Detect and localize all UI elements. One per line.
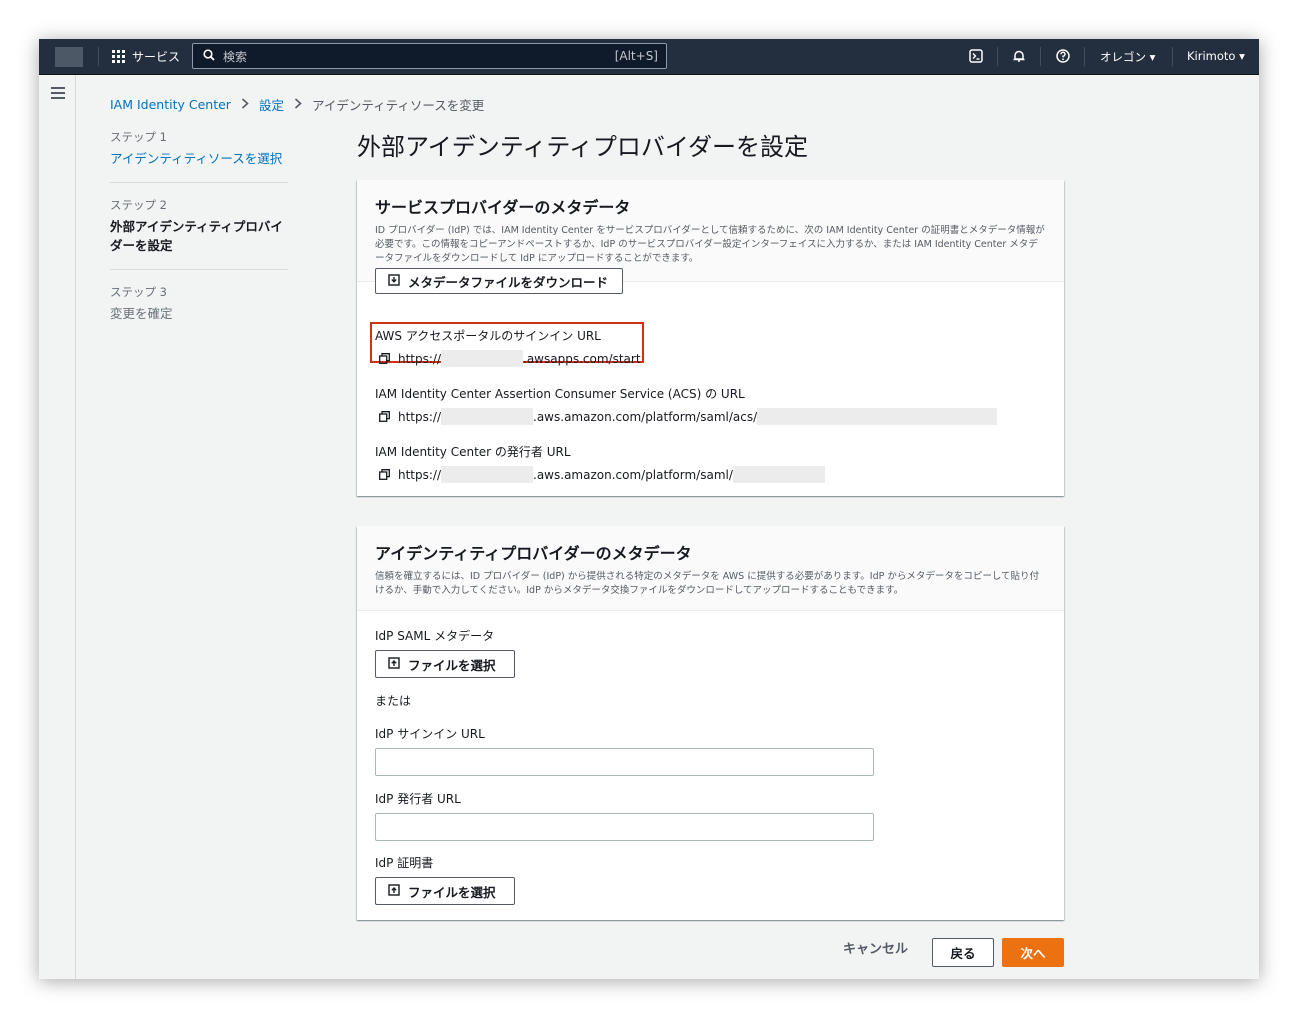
url-suffix: .awsapps.com/start: [523, 351, 641, 366]
identity-provider-metadata-panel: アイデンティティプロバイダーのメタデータ 信頼を確立するには、ID プロバイダー…: [357, 526, 1064, 920]
wizard-step-2: ステップ 2 外部アイデンティティプロバイダーを設定: [110, 197, 288, 270]
issuer-url-field: IAM Identity Center の発行者 URL https:// .a…: [375, 443, 825, 483]
step-number: ステップ 3: [110, 285, 167, 299]
cancel-button[interactable]: キャンセル: [843, 938, 908, 957]
or-separator: または: [375, 692, 411, 715]
field-label: IAM Identity Center の発行者 URL: [375, 445, 571, 459]
help-icon[interactable]: [1055, 48, 1071, 64]
browser-window: サービス 検索 [Alt+S] オレゴン ▾ Kirimoto ▾ IAM Id…: [39, 39, 1259, 979]
grid-icon: [112, 50, 125, 63]
panel-title: アイデンティティプロバイダーのメタデータ: [375, 544, 692, 563]
chevron-right-icon: [294, 97, 302, 113]
nav-divider: [98, 47, 99, 66]
choose-file-label: ファイルを選択: [408, 884, 496, 900]
step-link-select-identity-source[interactable]: アイデンティティソースを選択: [110, 149, 288, 168]
chevron-right-icon: [241, 97, 249, 113]
copy-icon[interactable]: [375, 411, 398, 422]
redacted-text: [441, 408, 534, 425]
hamburger-menu-icon[interactable]: [51, 87, 65, 102]
field-label: IdP 証明書: [375, 856, 434, 870]
redacted-text: [441, 466, 534, 483]
search-shortcut: [Alt+S]: [614, 49, 658, 63]
wizard-step-3: ステップ 3 変更を確定: [110, 284, 288, 337]
nav-divider: [1172, 47, 1173, 66]
page-title: 外部アイデンティティプロバイダーを設定: [357, 133, 808, 161]
acs-url-field: IAM Identity Center Assertion Consumer S…: [375, 385, 998, 425]
top-navigation: サービス 検索 [Alt+S] オレゴン ▾ Kirimoto ▾: [39, 39, 1259, 75]
breadcrumb: IAM Identity Center 設定 アイデンティティソースを変更: [110, 95, 484, 114]
breadcrumb-iam-identity-center[interactable]: IAM Identity Center: [110, 97, 231, 112]
panel-description: 信頼を確立するには、ID プロバイダー (IdP) から提供される特定のメタデー…: [375, 571, 1040, 596]
step-number: ステップ 2: [110, 198, 167, 212]
choose-file-label: ファイルを選択: [408, 657, 496, 673]
back-button-wrap: 戻る: [932, 938, 994, 967]
wizard-step-1: ステップ 1 アイデンティティソースを選択: [110, 129, 288, 183]
download-icon: [388, 273, 400, 289]
redacted-text: [732, 466, 825, 483]
field-label: IdP 発行者 URL: [375, 792, 461, 806]
step-title-current: 外部アイデンティティプロバイダーを設定: [110, 219, 283, 253]
idp-issuer-url-input[interactable]: [375, 813, 874, 841]
portal-url-field: AWS アクセスポータルのサインイン URL https:// .awsapps…: [375, 327, 641, 367]
account-menu[interactable]: Kirimoto ▾: [1187, 49, 1245, 63]
url-middle: .aws.amazon.com/platform/saml/acs/: [533, 409, 758, 424]
search-icon: [203, 48, 215, 64]
nav-divider: [1040, 47, 1041, 66]
panel-header: サービスプロバイダーのメタデータ ID プロバイダー (IdP) では、IAM …: [357, 180, 1064, 282]
search-placeholder: 検索: [223, 49, 248, 64]
search-input[interactable]: 検索 [Alt+S]: [192, 43, 667, 69]
back-button[interactable]: 戻る: [932, 938, 994, 967]
field-label: IdP SAML メタデータ: [375, 629, 495, 643]
breadcrumb-current: アイデンティティソースを変更: [311, 98, 485, 113]
cancel-label: キャンセル: [843, 942, 909, 957]
nav-divider: [997, 47, 998, 66]
field-label: IAM Identity Center Assertion Consumer S…: [375, 387, 745, 401]
idp-saml-metadata-field: IdP SAML メタデータ ファイルを選択: [375, 627, 515, 678]
step-title: 変更を確定: [110, 306, 173, 321]
services-menu[interactable]: サービス: [112, 48, 180, 65]
breadcrumb-settings[interactable]: 設定: [259, 95, 284, 114]
next-button[interactable]: 次へ: [1002, 938, 1064, 967]
region-selector[interactable]: オレゴン ▾: [1100, 49, 1155, 65]
wizard-steps: ステップ 1 アイデンティティソースを選択 ステップ 2 外部アイデンティティプ…: [110, 129, 288, 351]
url-prefix: https://: [398, 467, 442, 482]
bell-icon[interactable]: [1011, 48, 1027, 64]
field-label: AWS アクセスポータルのサインイン URL: [375, 329, 601, 343]
idp-signin-url-input[interactable]: [375, 748, 874, 776]
redacted-text: [441, 350, 524, 367]
url-middle: .aws.amazon.com/platform/saml/: [533, 467, 733, 482]
download-button-label: メタデータファイルをダウンロード: [408, 274, 609, 290]
service-provider-metadata-panel: サービスプロバイダーのメタデータ ID プロバイダー (IdP) では、IAM …: [357, 180, 1064, 496]
copy-icon[interactable]: [375, 353, 398, 364]
aws-logo[interactable]: [55, 47, 83, 67]
url-value: https:// .awsapps.com/start: [375, 350, 641, 367]
url-prefix: https://: [398, 351, 442, 366]
copy-icon[interactable]: [375, 469, 398, 480]
cloudshell-icon[interactable]: [968, 48, 984, 64]
field-label: IdP サインイン URL: [375, 727, 485, 741]
idp-certificate-field: IdP 証明書 ファイルを選択: [375, 854, 515, 905]
choose-saml-file-button[interactable]: ファイルを選択: [375, 650, 515, 678]
services-label: サービス: [132, 50, 181, 64]
idp-issuer-url-field: IdP 発行者 URL: [375, 790, 874, 841]
upload-icon: [388, 656, 400, 672]
next-button-wrap: 次へ: [1002, 938, 1064, 967]
download-metadata-button[interactable]: メタデータファイルをダウンロード: [375, 268, 624, 294]
side-navigation-rail: [39, 75, 76, 979]
redacted-text: [757, 408, 998, 425]
url-value: https:// .aws.amazon.com/platform/saml/a…: [375, 408, 998, 425]
upload-icon: [388, 883, 400, 899]
url-value: https:// .aws.amazon.com/platform/saml/: [375, 466, 825, 483]
step-number: ステップ 1: [110, 130, 167, 144]
url-prefix: https://: [398, 409, 442, 424]
choose-certificate-file-button[interactable]: ファイルを選択: [375, 877, 515, 905]
nav-divider: [1084, 47, 1085, 66]
or-label: または: [375, 694, 412, 708]
panel-description: ID プロバイダー (IdP) では、IAM Identity Center を…: [375, 225, 1045, 264]
idp-signin-url-field: IdP サインイン URL: [375, 725, 874, 776]
panel-header: アイデンティティプロバイダーのメタデータ 信頼を確立するには、ID プロバイダー…: [357, 526, 1064, 611]
panel-title: サービスプロバイダーのメタデータ: [375, 198, 631, 217]
